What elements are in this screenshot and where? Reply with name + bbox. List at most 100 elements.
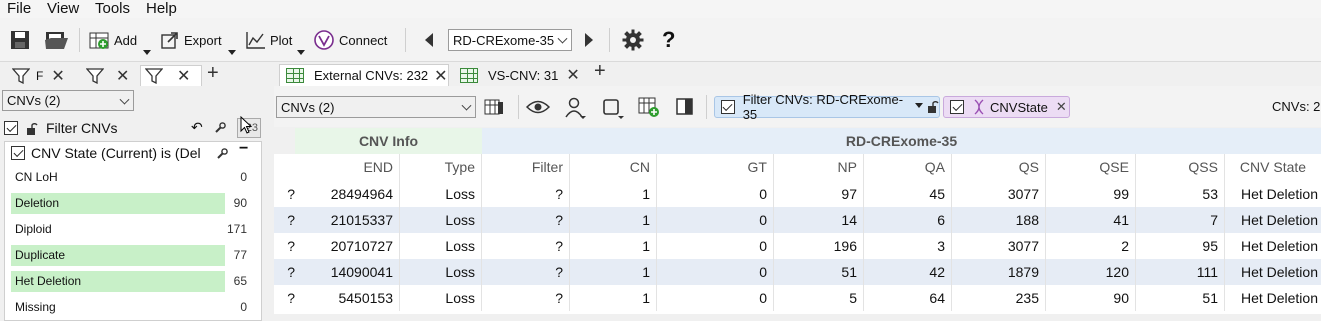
export-menu-caret[interactable] [228,50,236,55]
plot-label: Plot [270,32,293,48]
menu-view[interactable]: View [47,0,79,17]
state-option-row[interactable]: Deletion 90 [11,192,257,214]
table-select[interactable]: CNVs (2) [276,96,476,118]
filter-tab-2[interactable]: ✕ [86,65,129,86]
person-icon[interactable] [564,97,586,119]
table-cell: 45 [864,181,952,207]
table-row[interactable]: ? 28494964 Loss? 1 0 97 45 3077 99 53 Het Deletion [274,181,1321,207]
toolbar-separator [405,28,406,52]
plot-menu-caret[interactable] [297,50,305,55]
add-filter-tab-button[interactable]: + [207,62,219,85]
close-icon[interactable]: ✕ [434,66,447,86]
state-option-row[interactable]: Missing 0 [11,296,257,318]
add-column-icon[interactable] [638,96,660,118]
menu-bar: File View Tools Help [0,0,1321,18]
column-header[interactable]: END [295,154,400,181]
export-button[interactable]: Export [160,26,222,54]
table-cell: 3 [864,233,952,259]
unlock-icon[interactable] [927,101,939,113]
menu-help[interactable]: Help [146,0,177,17]
cnvstate-chip[interactable]: CNVState ✕ [943,96,1070,118]
menu-file[interactable]: File [7,0,31,17]
add-table-icon [89,32,109,49]
state-option-row[interactable]: Het Deletion 65 [11,270,257,292]
collapse-icon[interactable]: − [239,140,248,158]
filter-tab-3[interactable]: ✕ [140,65,202,86]
tab-vs-cnv[interactable]: VS-CNV: 31 ✕ [456,64,580,86]
square-outline-icon[interactable] [602,97,624,119]
settings-button[interactable] [622,26,644,54]
close-icon[interactable]: ✕ [566,65,579,85]
table-cell: 99 [1046,181,1136,207]
table-cell: Loss [400,233,482,259]
table-row[interactable]: ? 20710727 Loss? 1 0 196 3 3077 2 95 Het Deletion [274,233,1321,259]
group-header-cnv-info: CNV Info [295,128,482,154]
wrench-icon[interactable] [216,148,228,160]
filter-chip-checkbox[interactable] [721,100,735,114]
column-header[interactable]: Type [400,154,482,181]
unlock-icon[interactable] [26,123,38,135]
dna-icon [974,99,984,115]
open-folder-icon [45,32,68,49]
columns-icon[interactable] [484,97,504,117]
filter-enable-checkbox[interactable] [4,121,18,135]
state-chip-checkbox[interactable] [950,100,964,114]
table-cell: 196 [774,233,864,259]
close-icon[interactable]: ✕ [1056,99,1067,115]
table-row[interactable]: ? 14090041 Loss? 1 0 51 42 1879 120 111 Het Deleti… [274,259,1321,285]
column-header[interactable]: NP [774,154,864,181]
state-count: 77 [233,248,247,262]
close-icon[interactable]: ✕ [51,66,64,86]
column-header[interactable]: QSS [1136,154,1225,181]
close-icon[interactable]: ✕ [177,66,190,86]
column-header[interactable]: CNV State [1225,154,1321,181]
help-button[interactable]: ? [662,26,675,54]
menu-tools[interactable]: Tools [95,0,130,17]
filter-tab-1[interactable]: F ✕ [12,65,65,86]
table-select-value: CNVs (2) [281,99,335,115]
tab-external-cnvs[interactable]: External CNVs: 232 ✕ [279,64,449,86]
eye-icon[interactable] [526,99,550,115]
tab-label: VS-CNV: 31 [488,67,559,83]
table-cell: 21015337 [295,207,400,233]
left-table-select[interactable]: CNVs (2) [2,90,134,111]
state-option-row[interactable]: CN LoH 0 [11,166,257,188]
undo-icon[interactable]: ↶ [191,119,203,136]
table-row[interactable]: ? 21015337 Loss? 1 0 14 6 188 41 7 Het Deletion [274,207,1321,233]
plot-button[interactable]: Plot [244,26,292,54]
column-header[interactable]: CN [570,154,657,181]
next-sample-button[interactable] [583,26,595,54]
add-tab-button[interactable]: + [594,60,606,83]
table-cell: 2 [1046,233,1136,259]
add-button[interactable]: Add [88,26,137,54]
filter-cnvs-chip[interactable]: Filter CNVs: RD-CRExome-35 [714,92,940,122]
open-button[interactable] [43,26,69,54]
cnv-state-filter-card: CNV State (Current) is (Del − CN LoH 0 Del… [4,140,262,321]
save-button[interactable] [9,26,31,54]
plot-icon [246,32,265,49]
previous-sample-button[interactable] [423,26,435,54]
chip-caret-icon[interactable] [915,102,924,108]
sidebar-toggle-icon[interactable] [676,98,694,116]
funnel-icon [145,68,163,84]
state-option-row[interactable]: Diploid 171 [11,218,257,240]
table-cell: 51 [1136,285,1225,311]
close-icon[interactable]: ✕ [116,66,129,86]
table-row[interactable]: ? 5450153 Loss? 1 0 5 64 235 90 51 Het Deletion [274,285,1321,311]
add-menu-caret[interactable] [143,50,151,55]
state-name: Het Deletion [15,274,82,288]
column-header[interactable]: Filter [482,154,570,181]
column-header[interactable]: QA [864,154,952,181]
table-cell: 0 [657,233,774,259]
sample-select[interactable]: RD-CRExome-35 [448,29,572,51]
wrench-icon[interactable] [214,122,226,134]
state-option-row[interactable]: Duplicate 77 [11,244,257,266]
table-cell: 0 [657,259,774,285]
column-header[interactable]: QS [952,154,1046,181]
column-header[interactable]: GT [657,154,774,181]
connect-button[interactable]: Connect [313,26,387,54]
table-icon [460,67,478,83]
column-header[interactable]: QSE [1046,154,1136,181]
state-filter-checkbox[interactable] [11,146,25,160]
table-cell: 42 [864,259,952,285]
